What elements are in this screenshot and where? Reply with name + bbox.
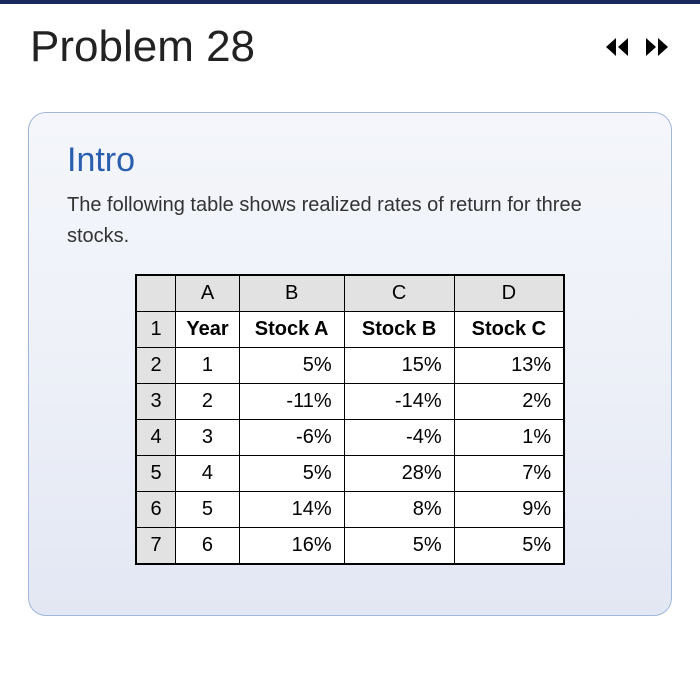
cell-stock-c: 5% [454, 528, 564, 565]
cell-stock-a: 5% [239, 348, 344, 384]
intro-card: Intro The following table shows realized… [28, 112, 672, 616]
corner-cell [136, 275, 176, 312]
nav-arrows [604, 36, 670, 58]
row-number: 4 [136, 420, 176, 456]
cell-stock-c: 9% [454, 492, 564, 528]
cell-year: 3 [176, 420, 239, 456]
row-number: 3 [136, 384, 176, 420]
cell-stock-b: 15% [344, 348, 454, 384]
cell-year: 1 [176, 348, 239, 384]
cell-stock-b: -4% [344, 420, 454, 456]
cell-stock-a: 5% [239, 456, 344, 492]
table-row: 4 3 -6% -4% 1% [136, 420, 564, 456]
table-row: 7 6 16% 5% 5% [136, 528, 564, 565]
cell-stock-b: 8% [344, 492, 454, 528]
cell-stock-a: -6% [239, 420, 344, 456]
row-number: 1 [136, 312, 176, 348]
header-stock-b: Stock B [344, 312, 454, 348]
table-row: 3 2 -11% -14% 2% [136, 384, 564, 420]
table-row: 6 5 14% 8% 9% [136, 492, 564, 528]
cell-stock-c: 13% [454, 348, 564, 384]
cell-stock-a: 16% [239, 528, 344, 565]
header-year: Year [176, 312, 239, 348]
cell-stock-a: -11% [239, 384, 344, 420]
cell-stock-a: 14% [239, 492, 344, 528]
cell-stock-b: 5% [344, 528, 454, 565]
section-heading: Intro [67, 141, 633, 180]
col-letter: B [239, 275, 344, 312]
cell-stock-c: 1% [454, 420, 564, 456]
cell-year: 5 [176, 492, 239, 528]
next-icon[interactable] [644, 36, 670, 58]
cell-stock-c: 7% [454, 456, 564, 492]
table-row: 5 4 5% 28% 7% [136, 456, 564, 492]
cell-stock-c: 2% [454, 384, 564, 420]
col-letter: C [344, 275, 454, 312]
col-letter: A [176, 275, 239, 312]
header-stock-a: Stock A [239, 312, 344, 348]
cell-stock-b: 28% [344, 456, 454, 492]
row-number: 5 [136, 456, 176, 492]
row-number: 2 [136, 348, 176, 384]
header-stock-c: Stock C [454, 312, 564, 348]
returns-table: A B C D 1 Year Stock A Stock B Stock C 2… [135, 274, 565, 565]
cell-year: 4 [176, 456, 239, 492]
table-header-row: 1 Year Stock A Stock B Stock C [136, 312, 564, 348]
page-title: Problem 28 [30, 22, 255, 72]
cell-year: 2 [176, 384, 239, 420]
row-number: 7 [136, 528, 176, 565]
table-row: 2 1 5% 15% 13% [136, 348, 564, 384]
row-number: 6 [136, 492, 176, 528]
table-column-letters: A B C D [136, 275, 564, 312]
intro-text: The following table shows realized rates… [67, 190, 633, 252]
col-letter: D [454, 275, 564, 312]
cell-stock-b: -14% [344, 384, 454, 420]
cell-year: 6 [176, 528, 239, 565]
prev-icon[interactable] [604, 36, 630, 58]
